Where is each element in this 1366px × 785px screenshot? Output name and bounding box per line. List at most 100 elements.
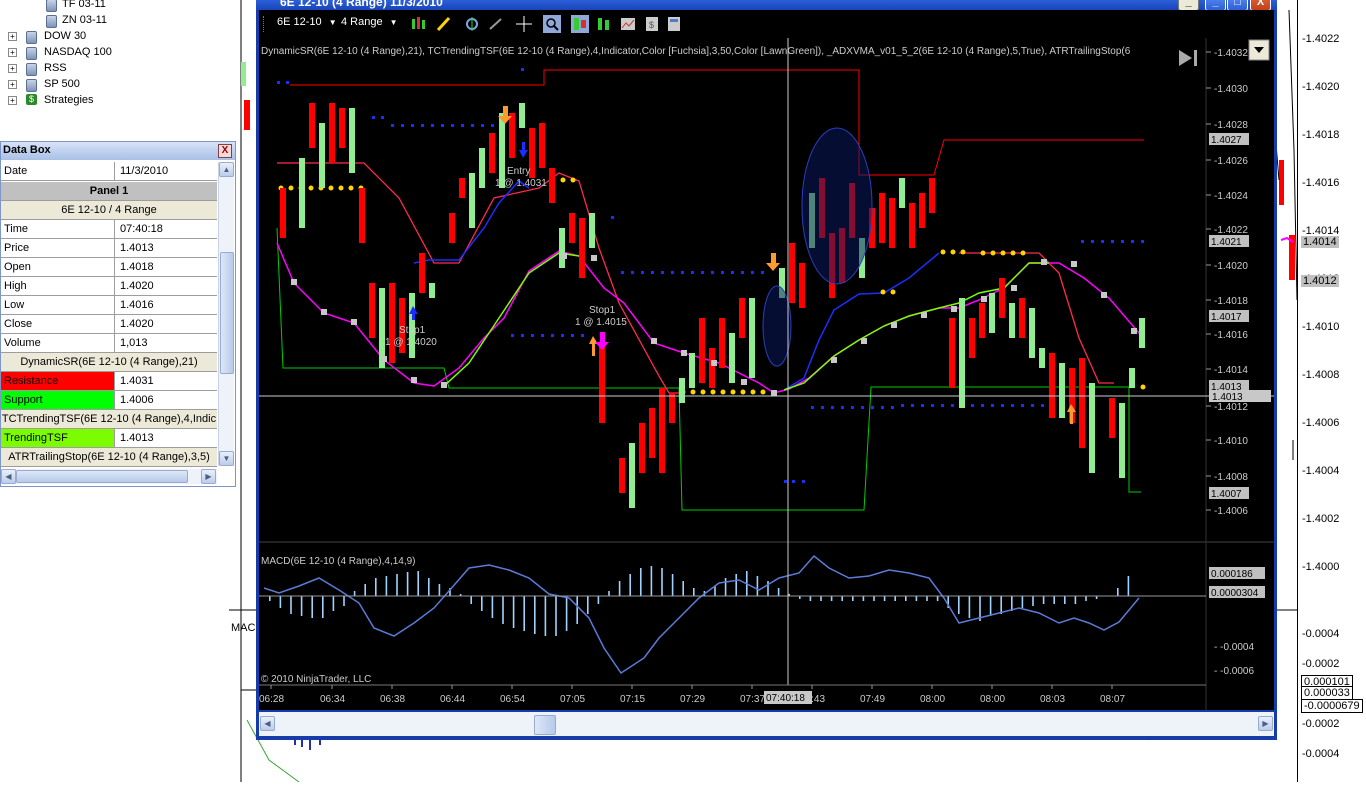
scroll-left-icon[interactable]: ◀ (1, 469, 16, 484)
tree-item-sp500[interactable]: + SP 500 (8, 76, 208, 92)
candle (589, 213, 595, 248)
candle (299, 158, 305, 228)
crosshair-icon[interactable] (515, 15, 533, 33)
macd-bar (353, 591, 356, 596)
outer-axis-label: -0.0004 (1302, 628, 1340, 640)
price-tag-label: 1.4017 (1211, 312, 1242, 323)
atr-dots (277, 68, 1144, 483)
indicator-icon[interactable] (463, 15, 481, 33)
macd-bar (852, 596, 854, 601)
scroll-up-icon[interactable]: ▲ (219, 162, 234, 177)
candle (349, 108, 355, 173)
macd-bar (587, 596, 589, 614)
macd-bar (1053, 596, 1055, 604)
expand-icon[interactable]: + (8, 32, 17, 41)
time-axis-label: 07:29 (680, 694, 705, 705)
time-axis-label: 08:00 (920, 694, 945, 705)
price-axis-label: -1.4012 (1214, 402, 1248, 413)
properties-icon[interactable]: $ (643, 15, 661, 33)
entry-label: Entry (507, 166, 530, 177)
tree-item-dow[interactable]: + DOW 30 (8, 28, 208, 44)
outer-axis-label: -1.4010 (1302, 321, 1340, 333)
chart-trader-icon[interactable] (595, 15, 613, 33)
svg-text:$: $ (649, 20, 654, 30)
highlight-ellipse-1 (801, 127, 873, 285)
candle (389, 283, 395, 363)
databox-row-label: Volume (1, 334, 115, 352)
price-chart[interactable]: Entry 1 @ 1.4031 Stop1 1 @ 1.4020 Stop1 … (259, 38, 1274, 710)
expand-icon[interactable]: + (8, 64, 17, 73)
macd-bar (767, 581, 769, 596)
expand-icon[interactable]: + (8, 96, 17, 105)
macd-bar (523, 596, 525, 631)
close-icon[interactable]: X (218, 144, 232, 158)
strategy-tool-icon[interactable] (487, 15, 505, 33)
database-icon (46, 0, 57, 12)
candle (909, 203, 915, 248)
candle (1019, 298, 1025, 338)
price-tag-label: 1.4027 (1211, 135, 1242, 146)
databox-row-label: Price (1, 239, 115, 257)
macd-bar (597, 596, 600, 604)
tree-item-rss[interactable]: + RSS (8, 60, 208, 76)
candle (879, 193, 885, 243)
macd-bar (1064, 596, 1066, 604)
candle (789, 243, 795, 303)
period-combo[interactable]: 4 Range ▼ (341, 16, 398, 28)
databox-horizontal-scrollbar[interactable]: ◀ ▶ (1, 469, 217, 484)
tree-item-strategies[interactable]: + $ Strategies (8, 92, 208, 108)
candle (499, 113, 505, 188)
scroll-right-icon[interactable]: ▶ (201, 469, 216, 484)
chart-horizontal-scrollbar[interactable]: ◀ ▶ (259, 712, 1274, 736)
macd-bar (693, 588, 695, 596)
drawing-tool-icon[interactable] (435, 15, 453, 33)
tree-item-nasdaq[interactable]: + NASDAQ 100 (8, 44, 208, 60)
play-icon[interactable] (1179, 50, 1197, 66)
scroll-right-icon[interactable]: ▶ (1258, 716, 1273, 731)
expand-icon[interactable]: + (8, 80, 17, 89)
macd-bar (396, 574, 398, 596)
database-icon (46, 15, 57, 28)
chevron-down-icon: ▼ (328, 18, 337, 27)
scroll-down-icon[interactable]: ▼ (219, 451, 234, 466)
candle (949, 318, 955, 388)
macd-bar (830, 596, 833, 601)
candle (659, 388, 665, 473)
databox-hscroll-thumb[interactable] (16, 470, 188, 483)
candle (519, 103, 525, 128)
candle (419, 253, 425, 293)
chart-window-titlebar[interactable]: 6E 12-10 (4 Range) 11/3/2010 _ _ □ X (256, 0, 1277, 11)
macd-bar (841, 596, 843, 601)
macd-bar (608, 591, 610, 596)
candle (369, 283, 375, 338)
scroll-left-icon[interactable]: ◀ (260, 716, 275, 731)
copyright-label: © 2010 NinjaTrader, LLC (261, 674, 371, 685)
chart-scroll-thumb[interactable] (534, 715, 556, 735)
expand-icon[interactable]: + (8, 48, 17, 57)
data-box-titlebar[interactable]: Data Box X (1, 142, 235, 160)
window-linking-icon[interactable] (665, 15, 683, 33)
macd-bar (491, 596, 494, 618)
chart-area[interactable]: Entry 1 @ 1.4031 Stop1 1 @ 1.4020 Stop1 … (259, 38, 1274, 710)
price-tag-label: 1.4007 (1211, 489, 1242, 500)
data-box-icon[interactable] (571, 15, 589, 33)
databox-row-volume: Volume 1,013 (1, 334, 217, 353)
snapshot-icon[interactable] (619, 15, 637, 33)
candle (979, 303, 985, 338)
chart-window-title: 6E 12-10 (4 Range) 11/3/2010 (280, 0, 443, 9)
macd-bar (883, 596, 886, 601)
macd-bar (332, 596, 335, 611)
bar-type-icon[interactable] (409, 15, 427, 33)
macd-bar (470, 596, 472, 604)
zoom-icon[interactable] (543, 15, 561, 33)
macd-bar (820, 596, 822, 601)
chevron-down-icon[interactable] (1248, 39, 1270, 61)
instrument-combo[interactable]: 6E 12-10 ▼ (277, 16, 337, 28)
macd-bar (968, 596, 971, 618)
outer-axis-label: -0.0002 (1302, 658, 1340, 670)
candle (989, 293, 995, 333)
databox-scroll-thumb[interactable] (220, 252, 234, 374)
candle (1059, 363, 1065, 418)
databox-vertical-scrollbar[interactable]: ▲ ▼ (218, 162, 234, 466)
macd-bar (375, 578, 377, 596)
